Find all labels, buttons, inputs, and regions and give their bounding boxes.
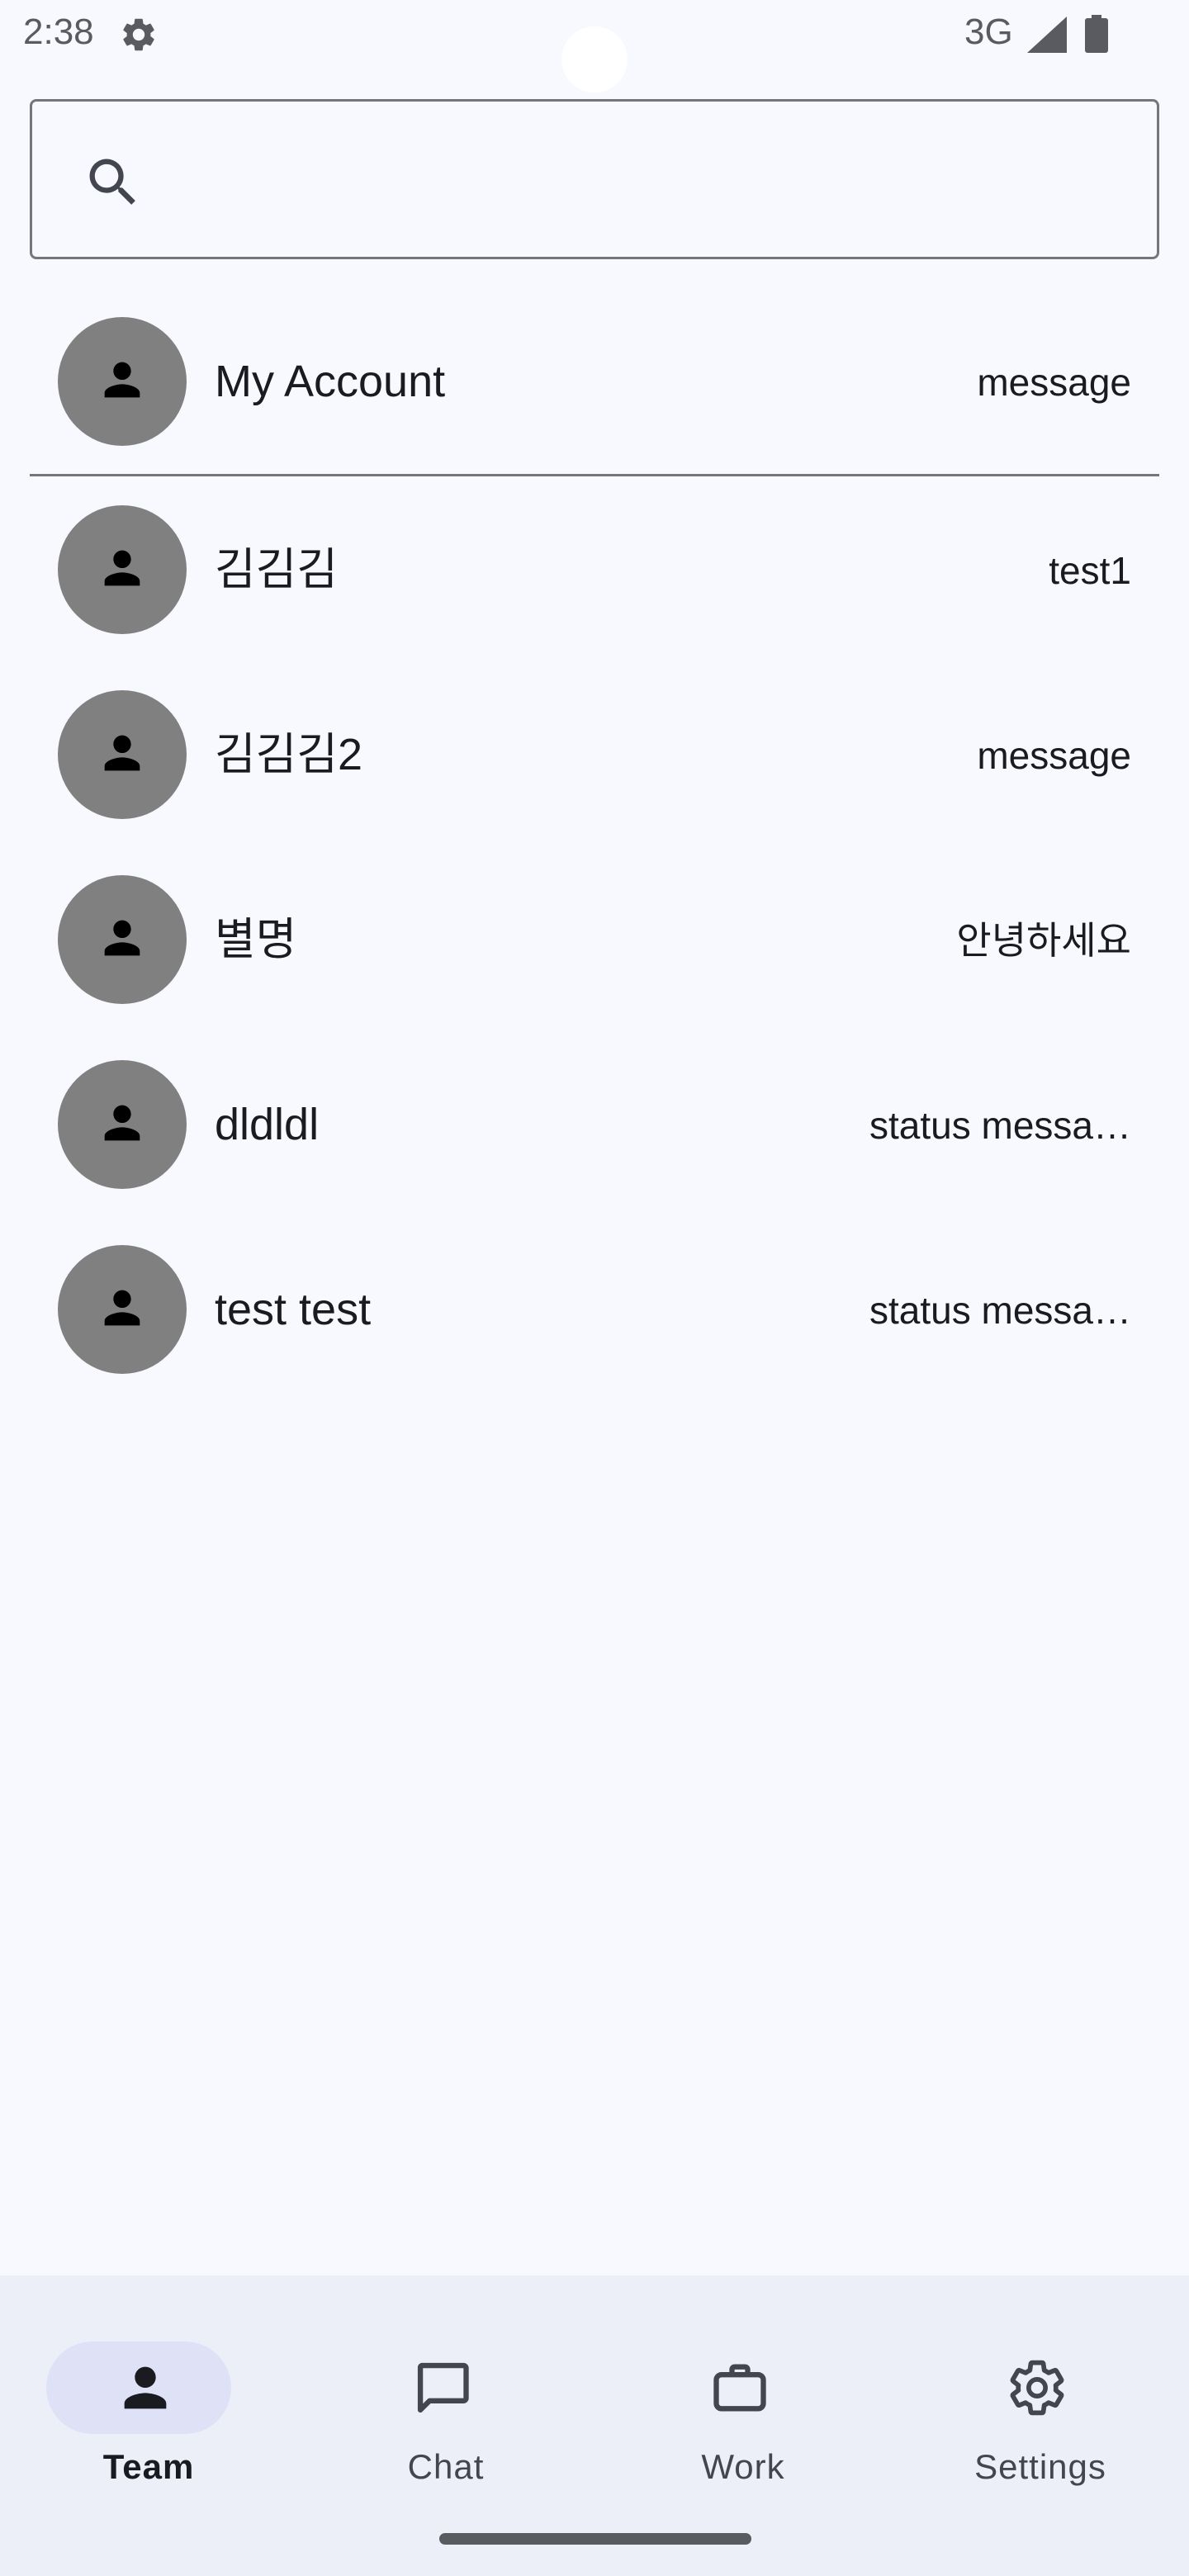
nav-label-chat: Chat — [407, 2447, 485, 2486]
nav-label-settings: Settings — [974, 2447, 1106, 2486]
list-item[interactable]: 별명 안녕하세요 — [0, 847, 1189, 1032]
nav-item-work[interactable]: Work — [594, 2308, 892, 2486]
avatar — [58, 1245, 187, 1374]
battery-icon — [1085, 15, 1108, 53]
bottom-navigation: Team Chat Work Settings — [0, 2275, 1189, 2576]
avatar — [58, 1060, 187, 1189]
briefcase-icon — [713, 2364, 766, 2412]
person-icon — [104, 1290, 140, 1326]
person-icon — [104, 550, 140, 586]
status-time: 2:38 — [23, 12, 94, 52]
contact-name: 김김김 — [215, 545, 339, 594]
person-icon — [124, 2366, 167, 2409]
avatar — [58, 690, 187, 819]
search-icon — [89, 159, 135, 205]
contact-status: status messa… — [869, 1289, 1131, 1332]
gear-icon — [123, 18, 154, 51]
home-gesture-bar[interactable] — [439, 2533, 751, 2545]
list-item[interactable]: 김김김2 message — [0, 662, 1189, 847]
list-item[interactable]: 김김김 test1 — [0, 477, 1189, 662]
gear-icon — [1010, 2360, 1064, 2416]
person-icon — [104, 362, 140, 398]
status-bar: 2:38 3G — [0, 0, 1189, 92]
network-type: 3G — [964, 12, 1013, 52]
person-icon — [104, 735, 140, 771]
contact-status: message — [977, 734, 1131, 777]
nav-item-team[interactable]: Team — [0, 2308, 297, 2486]
person-icon — [104, 920, 140, 956]
my-account-row[interactable]: My Account message — [0, 289, 1189, 474]
my-account-status: message — [977, 361, 1131, 404]
chat-icon — [417, 2362, 469, 2413]
camera-cutout — [561, 26, 628, 92]
avatar — [58, 875, 187, 1004]
person-icon — [104, 1105, 140, 1141]
list-item[interactable]: test test status messa… — [0, 1217, 1189, 1402]
contact-name: 김김김2 — [215, 730, 363, 779]
avatar — [58, 505, 187, 634]
list-item[interactable]: dldldl status messa… — [0, 1032, 1189, 1217]
contact-status: 안녕하세요 — [956, 919, 1131, 962]
contact-name: test test — [215, 1285, 372, 1334]
search-input[interactable] — [30, 99, 1159, 259]
nav-item-chat[interactable]: Chat — [297, 2308, 594, 2486]
divider — [30, 474, 1159, 476]
my-account-name: My Account — [215, 357, 446, 406]
contact-name: 별명 — [215, 915, 297, 964]
nav-item-settings[interactable]: Settings — [892, 2308, 1189, 2486]
nav-label-team: Team — [102, 2447, 195, 2486]
avatar — [58, 317, 187, 446]
contact-name: dldldl — [215, 1100, 320, 1149]
nav-label-work: Work — [701, 2447, 785, 2486]
contact-status: status messa… — [869, 1104, 1131, 1147]
signal-icon — [1027, 17, 1067, 53]
contact-status: test1 — [1049, 549, 1131, 592]
